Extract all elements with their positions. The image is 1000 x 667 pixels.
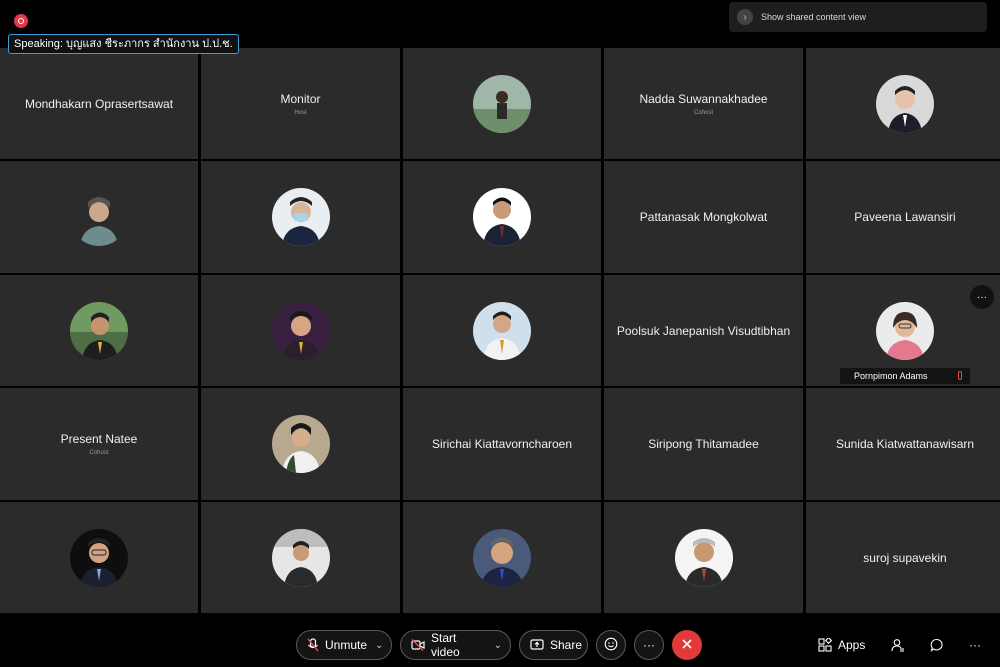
participant-tile[interactable]: Monitor Host <box>201 48 400 159</box>
participant-tile[interactable] <box>201 275 400 386</box>
muted-mic-icon <box>958 371 962 380</box>
participant-tile[interactable] <box>0 502 198 613</box>
participant-tile[interactable]: ··· Pornpimon Adams <box>806 275 1000 386</box>
participant-tile[interactable] <box>403 502 601 613</box>
share-label: Share <box>550 638 583 652</box>
start-video-label: Start video <box>431 631 460 659</box>
chevron-down-icon[interactable]: ⌄ <box>494 640 502 651</box>
participant-tile[interactable] <box>604 502 803 613</box>
show-shared-content-button[interactable]: › Show shared content view <box>729 2 987 32</box>
participant-name: Poolsuk Janepanish Visudtibhan <box>616 323 791 338</box>
avatar <box>674 528 733 587</box>
chat-button[interactable] <box>930 630 944 660</box>
avatar <box>876 301 934 360</box>
participant-tile[interactable]: Mondhakarn Oprasertsawat <box>0 48 198 159</box>
participant-tile[interactable] <box>806 48 1000 159</box>
participant-name: Nadda Suwannakhadee <box>639 91 768 106</box>
participant-role: Host <box>294 109 307 116</box>
share-button[interactable]: Share <box>519 630 588 660</box>
reactions-button[interactable] <box>596 630 626 660</box>
participant-name: Paveena Lawansiri <box>854 210 956 224</box>
participant-tile[interactable] <box>201 502 400 613</box>
participant-grid: Mondhakarn Oprasertsawat Monitor Host Na… <box>0 48 1000 615</box>
right-more-button[interactable]: ··· <box>969 630 981 660</box>
participant-name: Siripong Thitamadee <box>648 437 759 451</box>
participant-role: Cohost <box>89 450 109 456</box>
participant-tile[interactable]: Siripong Thitamadee <box>604 388 803 500</box>
apps-icon <box>818 638 832 652</box>
participant-name: Monitor <box>280 91 321 106</box>
participant-tile[interactable]: Poolsuk Janepanish Visudtibhan <box>604 275 803 386</box>
participant-name: Sirichai Kiattavorncharoen <box>431 437 573 451</box>
chevron-down-icon[interactable]: ⌄ <box>375 640 383 651</box>
emoji-icon <box>604 637 618 654</box>
participant-tile[interactable] <box>403 161 601 273</box>
participant-tile[interactable]: Present Natee Cohost <box>0 388 198 500</box>
participant-name: Sunida Kiatwattanawisarn <box>835 437 975 451</box>
participant-tile[interactable] <box>403 48 601 159</box>
avatar <box>473 188 531 246</box>
avatar <box>70 528 128 587</box>
shared-content-label: Show shared content view <box>761 12 867 22</box>
participant-name: suroj supavekin <box>863 550 947 565</box>
participants-button[interactable] <box>891 630 905 660</box>
participant-name: Pornpimon Adams <box>854 371 928 381</box>
participant-name: Present Natee <box>60 432 138 446</box>
avatar <box>271 188 330 246</box>
participant-name: Pattanasak Mongkolwat <box>639 210 768 224</box>
mic-off-icon <box>307 638 319 652</box>
avatar <box>473 301 531 360</box>
participant-nameplate: Pornpimon Adams <box>840 368 970 384</box>
participant-tile[interactable] <box>201 161 400 273</box>
avatar <box>876 74 934 133</box>
apps-label: Apps <box>838 638 866 652</box>
avatar <box>70 301 128 360</box>
more-options-button[interactable]: ··· <box>634 630 664 660</box>
participant-tile[interactable] <box>0 161 198 273</box>
participant-role: Cohost <box>693 109 713 116</box>
speaking-indicator: Speaking: บุญแสง ชีระภากร สำนักงาน ป.ป.ช… <box>8 34 239 54</box>
participant-tile[interactable]: Sunida Kiatwattanawisarn <box>806 388 1000 500</box>
share-screen-icon <box>530 639 544 651</box>
participant-name: Mondhakarn Oprasertsawat <box>24 96 174 111</box>
apps-button[interactable]: Apps <box>818 630 865 660</box>
avatar <box>473 528 531 587</box>
participant-tile[interactable] <box>201 388 400 500</box>
avatar <box>271 301 330 360</box>
recording-icon[interactable] <box>14 14 28 28</box>
tile-more-button[interactable]: ··· <box>970 285 994 309</box>
participant-tile[interactable]: Sirichai Kiattavorncharoen <box>403 388 601 500</box>
meeting-controls: Unmute ⌄ Start video ⌄ Share ··· Apps ··… <box>0 619 1000 667</box>
unmute-label: Unmute <box>325 638 368 652</box>
more-icon: ··· <box>969 638 981 652</box>
chevron-right-icon: › <box>737 9 753 25</box>
participant-tile[interactable]: Pattanasak Mongkolwat <box>604 161 803 273</box>
start-video-button[interactable]: Start video ⌄ <box>400 630 511 660</box>
avatar <box>473 74 531 133</box>
more-icon: ··· <box>643 638 655 652</box>
participant-tile[interactable]: Paveena Lawansiri <box>806 161 1000 273</box>
avatar <box>70 188 128 246</box>
close-icon <box>681 638 693 653</box>
unmute-button[interactable]: Unmute ⌄ <box>296 630 392 660</box>
participant-tile[interactable] <box>0 275 198 386</box>
leave-meeting-button[interactable] <box>672 630 702 660</box>
video-off-icon <box>411 639 425 651</box>
participant-tile[interactable]: Nadda Suwannakhadee Cohost <box>604 48 803 159</box>
participant-tile[interactable]: suroj supavekin <box>806 502 1000 613</box>
chat-icon <box>930 638 944 652</box>
participants-icon <box>891 638 905 652</box>
avatar <box>271 528 330 587</box>
avatar <box>271 415 330 473</box>
participant-tile[interactable] <box>403 275 601 386</box>
